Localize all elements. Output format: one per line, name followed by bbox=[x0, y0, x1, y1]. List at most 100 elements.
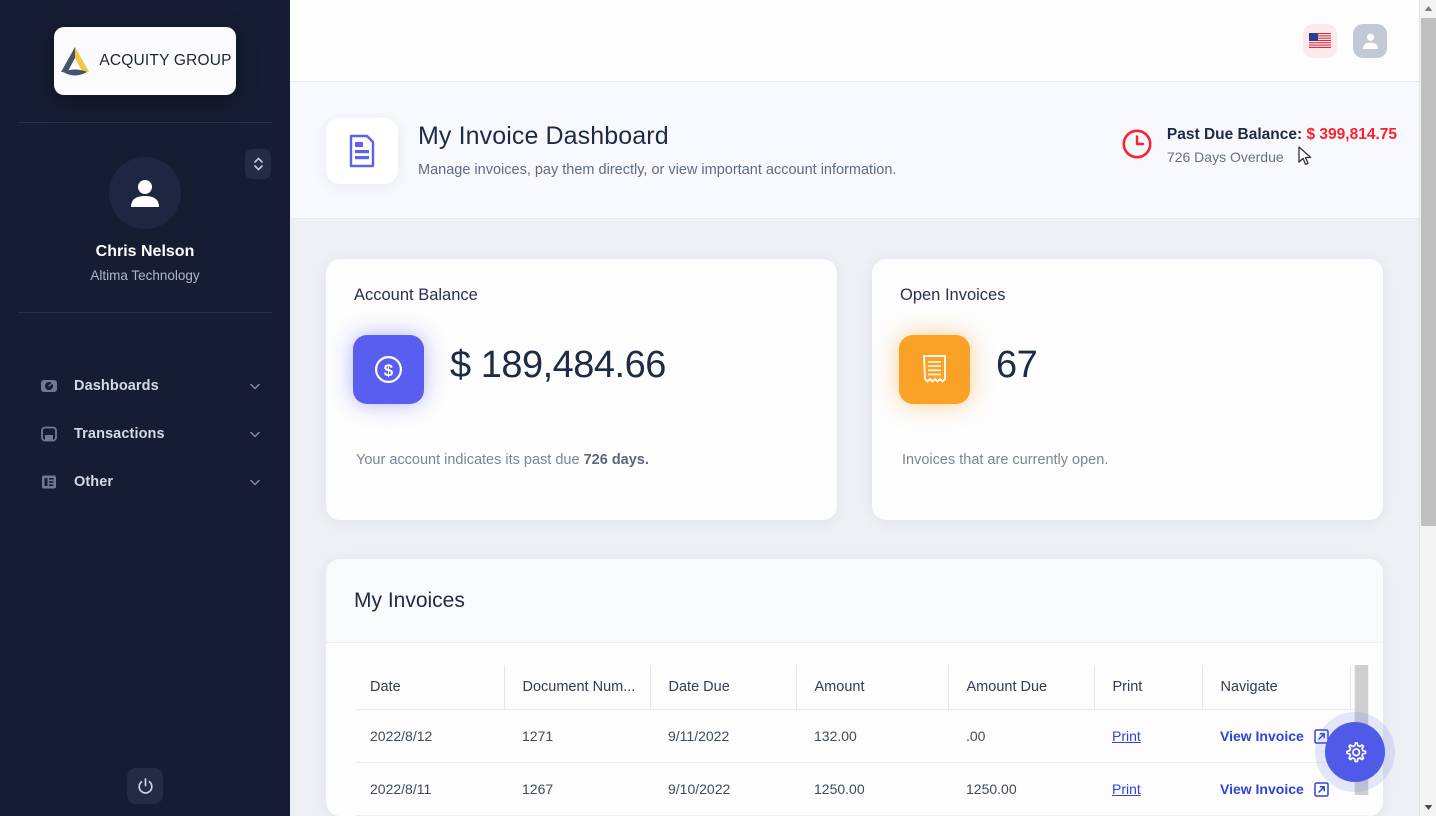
my-invoices-title: My Invoices bbox=[354, 589, 465, 613]
print-link[interactable]: Print bbox=[1112, 781, 1141, 797]
footnote-text: Invoices that are currently open. bbox=[902, 452, 1108, 468]
account-balance-value: $ 189,484.66 bbox=[450, 344, 666, 387]
sidebar-item-label: Dashboards bbox=[74, 378, 248, 394]
sidebar-divider-bottom bbox=[18, 312, 272, 313]
power-button[interactable] bbox=[127, 768, 163, 804]
footnote-strong: 726 days. bbox=[584, 452, 649, 468]
window-scrollbar[interactable] bbox=[1419, 0, 1436, 816]
column-header-date[interactable]: Date bbox=[356, 665, 504, 710]
past-due-amount: $ 399,814.75 bbox=[1306, 126, 1397, 143]
cell-navigate: View Invoice bbox=[1202, 763, 1350, 816]
sidebar: ACQUITY GROUP Chris Nelson Altima Techno… bbox=[0, 0, 290, 816]
page-header: My Invoice Dashboard Manage invoices, pa… bbox=[290, 82, 1419, 219]
brand-logo[interactable]: ACQUITY GROUP bbox=[54, 27, 236, 95]
brand-logo-text: ACQUITY GROUP bbox=[99, 52, 231, 70]
svg-text:$: $ bbox=[384, 361, 394, 380]
top-bar bbox=[290, 0, 1419, 82]
table-header-row: Date Document Num... Date Due Amount Amo… bbox=[356, 665, 1369, 710]
chevron-down-icon bbox=[248, 379, 262, 393]
cell-amount-due: .00 bbox=[948, 710, 1094, 763]
my-invoices-card: My Invoices Date Document Num... Date Du… bbox=[326, 559, 1383, 816]
view-invoice-label: View Invoice bbox=[1220, 728, 1304, 744]
past-due-label: Past Due Balance: bbox=[1167, 126, 1302, 143]
receipt-box-icon bbox=[40, 425, 58, 443]
view-invoice-link[interactable]: View Invoice bbox=[1220, 781, 1329, 797]
stat-cards-row: Account Balance $ $ 189,484.66 Your acco… bbox=[290, 219, 1419, 520]
cell-amount: 132.00 bbox=[796, 710, 948, 763]
dollar-coin-icon: $ bbox=[353, 335, 424, 404]
clock-icon bbox=[1121, 128, 1153, 160]
chevron-up-down-icon bbox=[253, 155, 264, 173]
cell-date-due: 9/11/2022 bbox=[650, 710, 796, 763]
invoices-table-wrapper: Date Document Num... Date Due Amount Amo… bbox=[326, 643, 1383, 816]
print-link[interactable]: Print bbox=[1112, 728, 1141, 744]
page-header-icon-card bbox=[326, 118, 398, 184]
scrollbar-up-arrow[interactable] bbox=[1420, 0, 1436, 17]
cell-date-due: 9/10/2022 bbox=[650, 763, 796, 816]
past-due-balance: Past Due Balance: $ 399,814.75 726 Days … bbox=[1121, 126, 1397, 165]
card-title: Account Balance bbox=[354, 286, 478, 305]
settings-fab-button[interactable] bbox=[1325, 722, 1385, 782]
sidebar-item-dashboards[interactable]: Dashboards bbox=[0, 366, 290, 406]
scrollbar-thumb[interactable] bbox=[1421, 18, 1436, 526]
us-flag-icon bbox=[1309, 33, 1331, 48]
avatar[interactable] bbox=[109, 157, 181, 229]
main-content: My Invoice Dashboard Manage invoices, pa… bbox=[290, 0, 1436, 816]
sidebar-item-label: Other bbox=[74, 474, 248, 490]
app-root: ACQUITY GROUP Chris Nelson Altima Techno… bbox=[0, 0, 1436, 816]
cell-document-number: 1267 bbox=[504, 763, 650, 816]
receipt-icon bbox=[899, 335, 970, 404]
cell-print: Print bbox=[1094, 763, 1202, 816]
open-invoices-value: 67 bbox=[996, 344, 1037, 387]
user-name: Chris Nelson bbox=[0, 243, 290, 261]
column-header-amount-due[interactable]: Amount Due bbox=[948, 665, 1094, 710]
sidebar-item-transactions[interactable]: Transactions bbox=[0, 414, 290, 454]
column-header-document-number[interactable]: Document Num... bbox=[504, 665, 650, 710]
chevron-down-icon bbox=[248, 475, 262, 489]
view-invoice-link[interactable]: View Invoice bbox=[1220, 728, 1329, 744]
language-selector-button[interactable] bbox=[1303, 24, 1337, 58]
external-link-icon bbox=[1314, 782, 1329, 797]
footnote-text: Your account indicates its past due bbox=[356, 452, 584, 468]
column-header-amount[interactable]: Amount bbox=[796, 665, 948, 710]
card-footnote: Your account indicates its past due 726 … bbox=[356, 452, 649, 468]
page-subtitle: Manage invoices, pay them directly, or v… bbox=[418, 162, 896, 178]
column-header-date-due[interactable]: Date Due bbox=[650, 665, 796, 710]
sidebar-item-label: Transactions bbox=[74, 426, 248, 442]
column-header-print[interactable]: Print bbox=[1094, 665, 1202, 710]
past-due-days: 726 Days Overdue bbox=[1167, 149, 1397, 165]
column-header-navigate[interactable]: Navigate bbox=[1202, 665, 1350, 710]
sidebar-collapse-toggle[interactable] bbox=[245, 149, 271, 179]
cell-amount: 1250.00 bbox=[796, 763, 948, 816]
scrollbar-down-arrow[interactable] bbox=[1420, 799, 1436, 816]
chevron-down-icon bbox=[248, 427, 262, 441]
card-title: Open Invoices bbox=[900, 286, 1005, 305]
table-row[interactable]: 2022/8/12 1271 9/11/2022 132.00 .00 Prin… bbox=[356, 710, 1369, 763]
view-invoice-label: View Invoice bbox=[1220, 781, 1304, 797]
dashboard-content: Account Balance $ $ 189,484.66 Your acco… bbox=[290, 219, 1419, 816]
card-footnote: Invoices that are currently open. bbox=[902, 452, 1108, 468]
open-invoices-card: Open Invoices 67 bbox=[872, 259, 1383, 520]
sidebar-nav: Dashboards Transactions bbox=[0, 366, 290, 510]
gear-icon bbox=[1342, 739, 1369, 766]
cell-date: 2022/8/11 bbox=[356, 763, 504, 816]
user-organization: Altima Technology bbox=[0, 268, 290, 283]
my-invoices-header: My Invoices bbox=[326, 559, 1383, 643]
cell-document-number: 1271 bbox=[504, 710, 650, 763]
user-profile-icon bbox=[1360, 30, 1381, 51]
table-row[interactable]: 2022/8/11 1267 9/10/2022 1250.00 1250.00… bbox=[356, 763, 1369, 816]
sidebar-item-other[interactable]: Other bbox=[0, 462, 290, 502]
sidebar-divider-top bbox=[18, 122, 272, 123]
cell-amount-due: 1250.00 bbox=[948, 763, 1094, 816]
account-balance-card: Account Balance $ $ 189,484.66 Your acco… bbox=[326, 259, 837, 520]
profile-button[interactable] bbox=[1353, 24, 1387, 58]
cell-print: Print bbox=[1094, 710, 1202, 763]
power-icon bbox=[136, 777, 155, 796]
list-document-icon bbox=[40, 473, 58, 491]
page-title: My Invoice Dashboard bbox=[418, 122, 669, 151]
invoices-table: Date Document Num... Date Due Amount Amo… bbox=[356, 665, 1369, 816]
invoice-document-icon bbox=[347, 134, 377, 168]
user-avatar-icon bbox=[126, 174, 164, 212]
triangle-logo-mark bbox=[58, 45, 92, 77]
gauge-icon bbox=[40, 377, 58, 395]
